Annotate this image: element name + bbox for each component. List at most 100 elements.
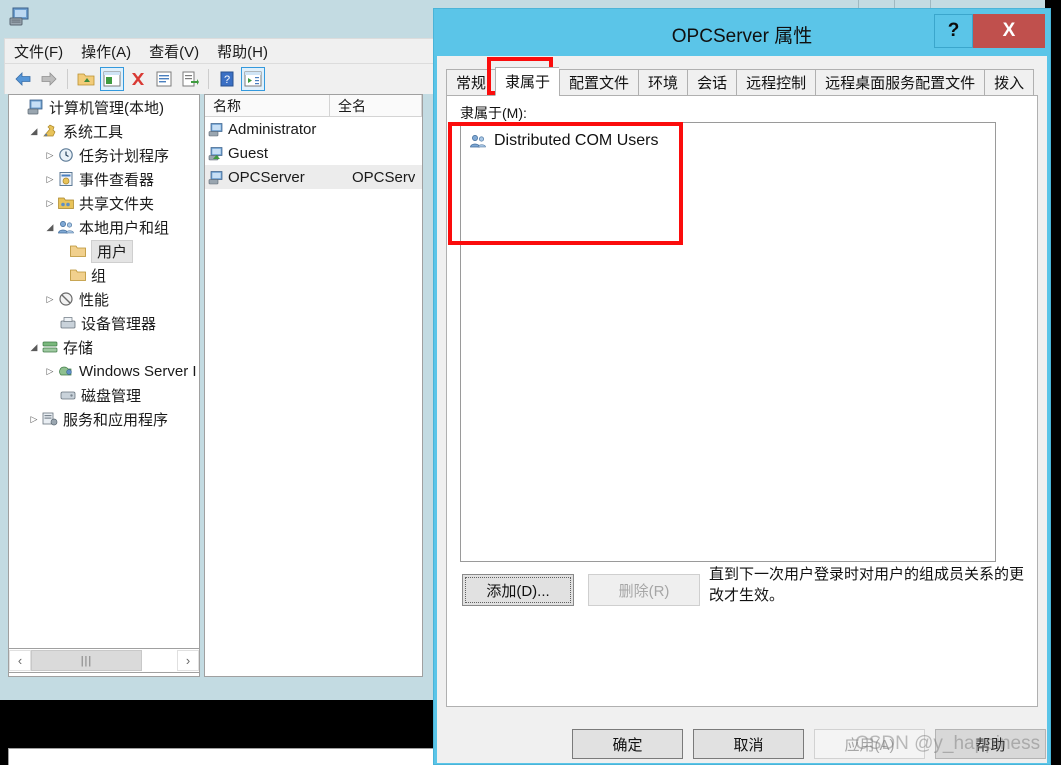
user-icon	[208, 170, 223, 184]
tree-item-label: 任务计划程序	[79, 147, 170, 165]
tab-environment[interactable]: 环境	[638, 69, 688, 96]
show-hide-console-tree-icon[interactable]	[100, 67, 124, 91]
forward-icon[interactable]	[37, 67, 61, 91]
users-list-pane[interactable]: 名称 全名 Administrator Guest OPCServer OPCS…	[204, 94, 423, 677]
scroll-right-icon[interactable]: ›	[177, 650, 199, 671]
group-name: Distributed COM Users	[494, 132, 659, 149]
up-folder-icon[interactable]	[74, 67, 98, 91]
tree-item-label: 设备管理器	[81, 315, 157, 333]
menu-item-file[interactable]: 文件(F)	[5, 39, 72, 64]
dialog-help-button[interactable]: ?	[934, 14, 973, 48]
toolbar-separator	[67, 69, 68, 89]
tab-general[interactable]: 常规	[446, 69, 496, 96]
tree-item-shared-folders[interactable]: ▷ 共享文件夹	[9, 191, 199, 215]
tab-memberof[interactable]: 隶属于	[495, 67, 560, 96]
column-header-fullname[interactable]: 全名	[330, 95, 422, 116]
tab-profile[interactable]: 配置文件	[559, 69, 639, 96]
menu-item-help[interactable]: 帮助(H)	[208, 39, 277, 64]
expander[interactable]: ▷	[43, 366, 57, 377]
tree-item-task-scheduler[interactable]: ▷ 任务计划程序	[9, 143, 199, 167]
tree-item-computer-management[interactable]: 计算机管理(本地)	[9, 95, 199, 119]
list-item-administrator[interactable]: Administrator	[205, 117, 422, 141]
list-item-distributed-com-users[interactable]: Distributed COM Users	[461, 129, 995, 153]
list-item-opcserver[interactable]: OPCServer OPCServ	[205, 165, 422, 189]
shared-folders-icon	[58, 197, 74, 209]
tree-item-label: 用户	[91, 239, 134, 263]
expander[interactable]: ▷	[27, 414, 41, 425]
tab-sessions[interactable]: 会话	[687, 69, 737, 96]
export-list-icon[interactable]	[178, 67, 202, 91]
tab-strip: 常规 隶属于 配置文件 环境 会话 远程控制 远程桌面服务配置文件 拨入	[446, 67, 1035, 96]
opcserver-properties-dialog: OPCServer 属性 ? X 常规 隶属于 配置文件 环境 会话 远程控制 …	[433, 8, 1051, 765]
tree-item-services-and-applications[interactable]: ▷ 服务和应用程序	[9, 407, 199, 431]
console-tree-pane[interactable]: 计算机管理(本地) ◢ 系统工具 ▷ 任务计划程序 ▷ 事件查看器 ▷ 共享文件…	[8, 94, 200, 677]
properties-icon[interactable]	[152, 67, 176, 91]
tree-item-label: 共享文件夹	[79, 195, 155, 213]
device-manager-icon	[60, 317, 76, 329]
memberof-hint-text: 直到下一次用户登录时对用户的组成员关系的更改才生效。	[709, 566, 1025, 604]
tab-rds-profile[interactable]: 远程桌面服务配置文件	[815, 69, 985, 96]
tree-item-label: 系统工具	[63, 123, 124, 141]
menu-item-action[interactable]: 操作(A)	[72, 39, 140, 64]
dialog-footer: 确定 取消 应用(A) 帮助	[437, 717, 1047, 763]
back-icon[interactable]	[11, 67, 35, 91]
expander[interactable]: ▷	[43, 150, 57, 161]
tree-item-users[interactable]: 用户	[9, 239, 199, 263]
scrollbar-thumb[interactable]: |||	[31, 650, 142, 671]
memberof-label: 隶属于(M):	[460, 105, 527, 121]
backup-icon	[59, 366, 72, 376]
memberof-listbox[interactable]: Distributed COM Users	[460, 122, 996, 562]
expander[interactable]: ▷	[43, 294, 57, 305]
tree-item-system-tools[interactable]: ◢ 系统工具	[9, 119, 199, 143]
apply-button: 应用(A)	[814, 729, 925, 759]
user-name: OPCServer	[228, 168, 305, 186]
tree-horizontal-scrollbar[interactable]: ‹ ||| ›	[8, 648, 200, 673]
add-button[interactable]: 添加(D)...	[462, 574, 574, 606]
tree-item-groups[interactable]: 组	[9, 263, 199, 287]
tree-item-device-manager[interactable]: 设备管理器	[9, 311, 199, 335]
tree-item-label: 性能	[79, 291, 110, 309]
tree-item-disk-management[interactable]: 磁盘管理	[9, 383, 199, 407]
users-groups-icon	[58, 221, 74, 234]
tree-item-label: 事件查看器	[79, 171, 155, 189]
help-icon[interactable]: ?	[215, 67, 239, 91]
services-icon	[42, 412, 58, 426]
expander[interactable]: ◢	[43, 222, 57, 233]
menu-item-view[interactable]: 查看(V)	[140, 39, 208, 64]
clock-icon	[59, 148, 73, 162]
scroll-left-icon[interactable]: ‹	[9, 650, 31, 671]
disk-icon	[60, 391, 76, 400]
user-fullname: OPCServ	[352, 168, 416, 186]
screenshot-root: 计算机管理 — ▢ ✕ 文件(F) 操作(A) 查看(V) 帮助(H)	[0, 0, 1061, 765]
tree-item-label: Windows Server I	[79, 362, 197, 380]
tree-item-label: 计算机管理(本地)	[49, 99, 164, 117]
svg-text:?: ?	[224, 74, 230, 86]
event-viewer-icon	[59, 172, 73, 186]
toolbar-separator-2	[208, 69, 209, 89]
tree-item-label: 存储	[63, 339, 94, 357]
expander[interactable]: ◢	[27, 126, 41, 137]
expander[interactable]: ▷	[43, 198, 57, 209]
tree-item-local-users-groups[interactable]: ◢ 本地用户和组	[9, 215, 199, 239]
storage-icon	[42, 341, 58, 353]
tab-dialin[interactable]: 拨入	[984, 69, 1035, 96]
ok-button[interactable]: 确定	[572, 729, 683, 759]
cancel-button[interactable]: 取消	[693, 729, 804, 759]
tree-item-windows-server-backup[interactable]: ▷ Windows Server I	[9, 359, 199, 383]
tree-item-label: 磁盘管理	[81, 387, 142, 405]
tree-item-storage[interactable]: ◢ 存储	[9, 335, 199, 359]
column-header-name[interactable]: 名称	[205, 95, 330, 116]
folder-icon	[70, 269, 86, 281]
expander[interactable]: ▷	[43, 174, 57, 185]
list-item-guest[interactable]: Guest	[205, 141, 422, 165]
dialog-titlebar: OPCServer 属性 ? X	[434, 9, 1050, 56]
expander[interactable]: ◢	[27, 342, 41, 353]
help-button[interactable]: 帮助	[935, 729, 1046, 759]
tab-remote-control[interactable]: 远程控制	[736, 69, 816, 96]
dialog-close-button[interactable]: X	[973, 14, 1045, 48]
tree-item-performance[interactable]: ▷ 性能	[9, 287, 199, 311]
delete-icon[interactable]	[126, 67, 150, 91]
folder-icon	[70, 245, 86, 257]
show-action-pane-icon[interactable]	[241, 67, 265, 91]
tree-item-event-viewer[interactable]: ▷ 事件查看器	[9, 167, 199, 191]
